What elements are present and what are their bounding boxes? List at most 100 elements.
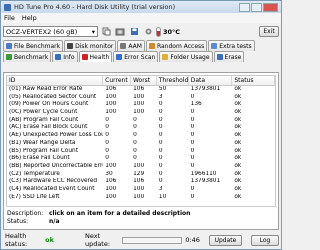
table-cell: 50 [158,86,167,92]
countdown-value: 0:46 [185,236,200,244]
tab-extra-tests[interactable]: Extra tests [208,40,255,51]
tab-aam[interactable]: AAM [117,40,145,51]
table-row[interactable]: (B5) Program Fail Count 0 0 0 0 ok [7,148,275,156]
table-cell: 129 [133,170,145,177]
table-row[interactable]: (09) Power On Hours Count 100 100 0 136 ok [7,101,275,109]
options-icon[interactable] [142,26,154,38]
tab-error-scan[interactable]: Error Scan [113,51,159,62]
table-cell: 0 [105,116,109,123]
table-cell: (B6) Erase Fail Count [9,155,70,162]
tab-erase[interactable]: Erase [213,51,245,62]
table-row[interactable]: (01) Raw Read Error Rate 106 106 50 13793801… [7,86,275,94]
table-cell: 0 [105,147,109,154]
save-icon[interactable] [128,26,140,38]
table-cell: 100 [105,185,117,192]
tab-label: Disk monitor [75,42,114,50]
error-scan-icon [116,54,123,60]
table-row[interactable]: (AB) Program Fail Count 0 0 0 0 ok [7,117,275,125]
tab-label: File Benchmark [14,42,61,50]
table-cell: 0 [133,116,137,123]
random-access-icon [148,43,155,49]
window-title: HD Tune Pro 4.60 - Hard Disk Utility (tr… [14,3,176,11]
table-cell: 0 [105,155,109,162]
table-row[interactable]: (AC) Erase Fail Block Count 0 0 0 0 ok [7,124,275,132]
table-cell: 0 [190,132,195,139]
table-row[interactable]: (B1) Wear Range Delta 0 0 0 0 ok [7,140,275,148]
table-cell: 100 [105,109,117,116]
tab-disk-monitor[interactable]: Disk monitor [64,40,117,51]
table-cell: 0 [158,109,163,116]
column-header-worst[interactable]: Worst [131,76,157,85]
drive-select-value: OCZ-VERTEX2 (60 gB) [6,27,78,36]
tab-label: Benchmark [14,53,49,61]
tab-info[interactable]: Info [52,51,78,62]
table-cell: 0 [158,147,163,154]
tab-label: Extra tests [219,42,252,50]
table-row[interactable]: (C2) Temperature 30 129 0 1966110 ok [7,171,275,179]
log-button[interactable]: Log [250,234,280,246]
table-cell: (01) Raw Read Error Rate [9,86,83,92]
exit-button[interactable]: Exit [259,26,279,37]
title-bar: HD Tune Pro 4.60 - Hard Disk Utility (tr… [1,1,281,13]
maximize-button[interactable] [251,2,262,12]
table-row[interactable]: (0C) Power Cycle Count 100 100 0 0 ok [7,109,275,117]
tab-label: Erase [224,53,242,61]
table-cell: 0 [190,193,195,200]
table-cell: 0 [158,155,163,162]
table-cell: 3 [158,185,163,192]
table-cell: (BB) Reported Uncorrectable Errors [9,162,104,169]
table-row[interactable]: (05) Reallocated Sector Count 100 100 3 0 ok [7,94,275,102]
table-cell: 0 [158,162,163,169]
table-row[interactable]: (C4) Reallocated Event Count 100 100 3 0 ok [7,186,275,194]
tab-health[interactable]: Health [78,51,113,62]
column-header-id[interactable]: ID [7,76,104,85]
tab-random-access[interactable]: Random Access [145,40,208,51]
table-row[interactable]: (C3) Hardware ECC Recovered 106 106 0 137938… [7,178,275,186]
table-cell: 0 [105,132,109,139]
table-cell: 0 [190,162,195,169]
column-header-data[interactable]: Data [189,76,233,85]
table-row[interactable]: (E7) SSD Life Left 100 100 10 0 ok [7,194,275,202]
table-cell: (AC) Erase Fail Block Count [9,124,88,131]
column-header-threshold[interactable]: Threshold [157,76,189,85]
table-cell: 106 [133,178,145,185]
close-button[interactable] [263,2,278,12]
drive-select[interactable]: OCZ-VERTEX2 (60 gB) ▾ [3,26,98,37]
tab-benchmark[interactable]: Benchmark [3,51,52,62]
update-button[interactable]: Update [208,234,242,246]
table-cell: 100 [105,193,117,200]
table-cell: 0 [133,124,137,131]
table-header: ID Current Worst Threshold Data Status [7,76,275,86]
table-cell: 3 [158,93,163,100]
description-label: Description: [7,210,44,217]
table-cell: (C3) Hardware ECC Recovered [9,178,98,185]
column-header-status[interactable]: Status [232,76,275,85]
table-cell: 0 [158,139,163,146]
table-row[interactable]: (B6) Erase Fail Count 0 0 0 0 ok [7,155,275,163]
table-cell: (B1) Wear Range Delta [9,139,76,146]
menu-help[interactable]: Help [22,14,37,22]
health-status-label: Health status: [5,232,28,248]
table-cell: 0 [158,124,163,131]
tab-file-benchmark[interactable]: File Benchmark [3,40,64,51]
column-header-current[interactable]: Current [103,76,131,85]
table-row[interactable]: (AE) Unexpected Power Loss Count 0 0 0 0 ok [7,132,275,140]
table-cell: (AE) Unexpected Power Loss Count [9,132,104,139]
table-row[interactable]: (BB) Reported Uncorrectable Errors 100 100… [7,163,275,171]
table-cell: ok [234,139,242,146]
table-cell: 0 [105,124,109,131]
table-cell: ok [234,101,242,108]
tab-row-top: File Benchmark Disk monitor AAM Random Acce… [1,40,281,51]
table-cell: 0 [190,124,195,131]
tab-row-bottom: Benchmark Info Health Error Scan Folder Usag… [1,51,281,62]
table-cell: ok [234,109,242,116]
menu-file[interactable]: File [4,14,15,22]
table-cell: 0 [133,139,137,146]
copy-icon[interactable] [100,26,112,38]
tab-folder-usage[interactable]: Folder Usage [159,51,213,62]
minimize-button[interactable] [239,2,250,12]
health-panel: ID Current Worst Threshold Data Status (… [3,72,279,230]
app-window: HD Tune Pro 4.60 - Hard Disk Utility (tr… [0,0,282,250]
table-cell: ok [234,116,242,123]
camera-icon[interactable] [114,26,126,38]
